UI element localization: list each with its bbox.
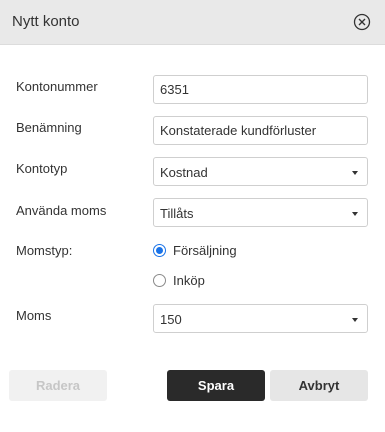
radio-button-checked[interactable] xyxy=(153,244,166,257)
vat-label: Moms xyxy=(16,308,52,323)
account-number-label: Kontonummer xyxy=(16,79,98,94)
name-input[interactable] xyxy=(153,116,368,145)
dialog-title: Nytt konto xyxy=(12,13,80,30)
use-vat-value: Tillåts xyxy=(160,206,194,221)
dialog-header: Nytt konto xyxy=(0,0,385,45)
close-icon[interactable] xyxy=(353,13,371,31)
chevron-down-icon xyxy=(352,318,358,322)
account-type-select[interactable]: Kostnad xyxy=(153,157,368,186)
account-type-value: Kostnad xyxy=(160,165,208,180)
name-label: Benämning xyxy=(16,120,82,135)
radio-button-unchecked[interactable] xyxy=(153,274,166,287)
chevron-down-icon xyxy=(352,171,358,175)
vat-select[interactable]: 150 xyxy=(153,304,368,333)
account-type-label: Kontotyp xyxy=(16,161,68,176)
vat-type-label: Momstyp: xyxy=(16,243,73,258)
delete-button[interactable]: Radera xyxy=(9,370,107,401)
cancel-button[interactable]: Avbryt xyxy=(270,370,368,401)
radio-label-purchase: Inköp xyxy=(173,273,205,288)
account-number-input[interactable] xyxy=(153,75,368,104)
chevron-down-icon xyxy=(352,212,358,216)
new-account-dialog: Nytt konto Kontonummer Benämning Kontoty… xyxy=(0,0,385,432)
radio-label-sales: Försäljning xyxy=(173,243,237,258)
save-button[interactable]: Spara xyxy=(167,370,265,401)
use-vat-select[interactable]: Tillåts xyxy=(153,198,368,227)
vat-value: 150 xyxy=(160,312,182,327)
use-vat-label: Använda moms xyxy=(16,203,107,218)
